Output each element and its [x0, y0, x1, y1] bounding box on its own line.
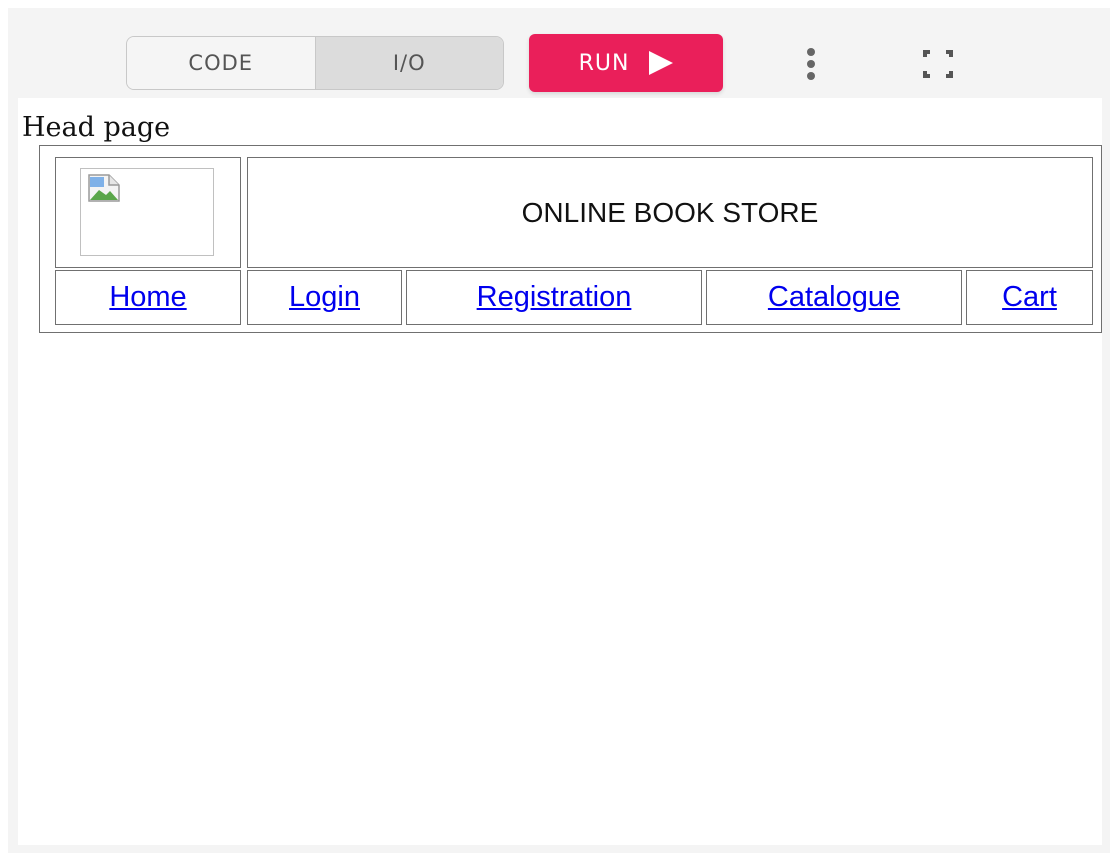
store-title: ONLINE BOOK STORE: [521, 196, 819, 228]
view-toggle: CODE I/O: [126, 36, 504, 90]
more-vertical-icon[interactable]: [804, 48, 818, 80]
run-button[interactable]: RUN: [529, 34, 723, 92]
fullscreen-icon[interactable]: [923, 50, 953, 78]
nav-link-registration[interactable]: Registration: [406, 271, 702, 324]
nav-link-catalogue[interactable]: Catalogue: [706, 271, 962, 324]
nav-link-home[interactable]: Home: [55, 271, 241, 324]
io-tab[interactable]: I/O: [314, 37, 503, 89]
nav-link-cart[interactable]: Cart: [966, 271, 1093, 324]
nav-link-login[interactable]: Login: [247, 271, 402, 324]
page-heading: Head page: [22, 112, 171, 143]
broken-image-icon: [88, 174, 120, 202]
play-icon: [649, 51, 674, 75]
toolbar: CODE I/O RUN: [8, 8, 1110, 104]
run-label: RUN: [578, 50, 630, 76]
logo-image: [80, 168, 214, 256]
code-tab[interactable]: CODE: [127, 37, 315, 89]
